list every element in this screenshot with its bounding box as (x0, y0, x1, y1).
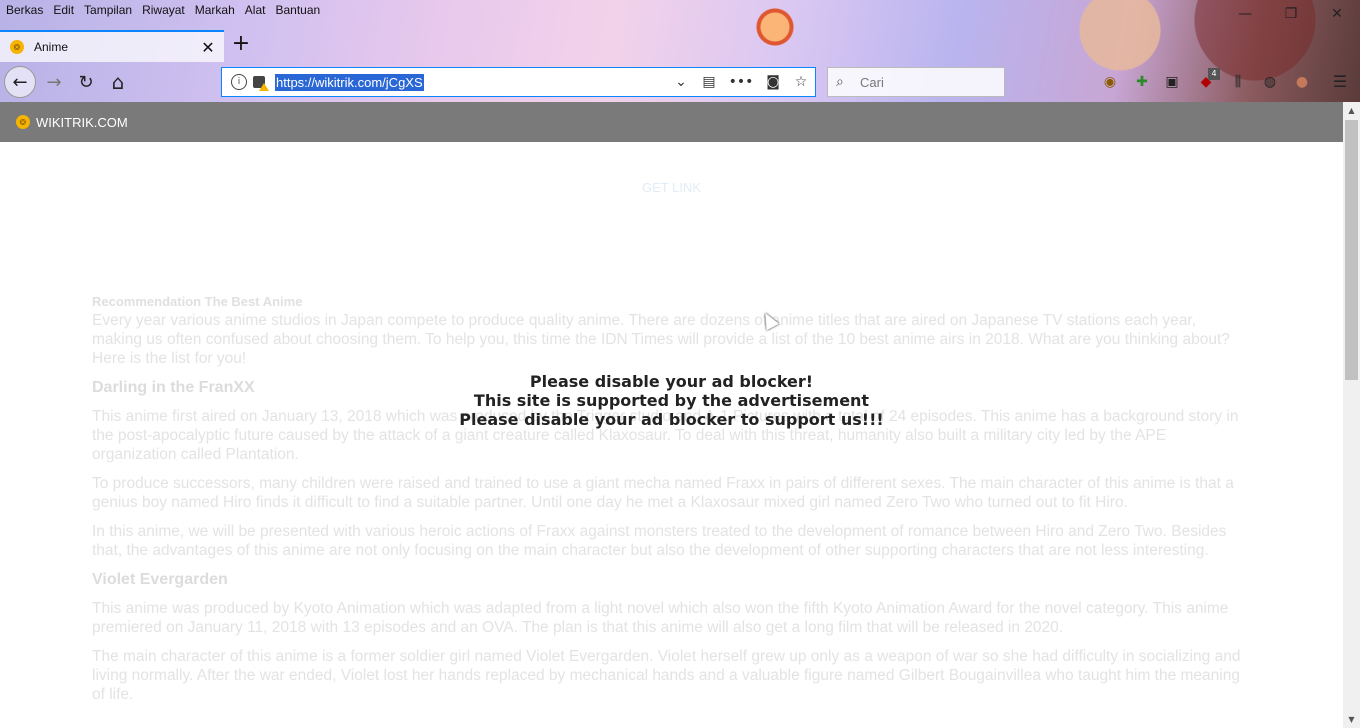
navigation-toolbar: ← → ↻ ⌂ i https://wikitrik.com/jCgXS ⌄ ▤… (0, 62, 1360, 102)
paragraph-3: In this anime, we will be presented with… (92, 523, 1227, 559)
search-placeholder: Cari (860, 74, 884, 90)
menu-edit[interactable]: Edit (53, 3, 74, 17)
site-header: ❂ WIKITRIK.COM (0, 102, 1343, 142)
paragraph-4: This anime was produced by Kyoto Animati… (92, 600, 1229, 636)
dropdown-chevron-icon[interactable]: ⌄ (667, 74, 695, 90)
page-actions-icon[interactable]: ••• (723, 74, 759, 90)
menu-riwayat[interactable]: Riwayat (142, 3, 185, 17)
article: Recommendation The Best Anime Every year… (92, 292, 1242, 714)
home-button[interactable]: ⌂ (102, 66, 134, 98)
bookmark-star-icon[interactable]: ☆ (787, 74, 815, 90)
menu-bantuan[interactable]: Bantuan (275, 3, 320, 17)
restore-button[interactable]: ❐ (1268, 0, 1314, 28)
scroll-down-icon[interactable]: ▼ (1343, 711, 1360, 728)
new-tab-button[interactable]: + (230, 32, 252, 58)
url-text[interactable]: https://wikitrik.com/jCgXS (275, 73, 424, 91)
scrollbar-thumb[interactable] (1345, 120, 1358, 380)
search-icon: ⌕ (836, 74, 844, 90)
library-icon[interactable]: ⫼ (1228, 72, 1248, 92)
scroll-up-icon[interactable]: ▲ (1343, 102, 1360, 119)
page-content: GET LINK Recommendation The Best Anime E… (0, 142, 1343, 728)
adblock-line-3: Please disable your ad blocker to suppor… (459, 410, 884, 429)
minimize-button[interactable]: — (1222, 0, 1268, 28)
recommendation-heading: Recommendation The Best Anime (92, 294, 303, 309)
menu-tampilan[interactable]: Tampilan (84, 3, 132, 17)
url-bar[interactable]: i https://wikitrik.com/jCgXS ⌄ ▤ ••• ◙ ☆ (221, 67, 816, 97)
hamburger-menu-icon[interactable]: ☰ (1330, 72, 1350, 92)
reader-view-icon[interactable]: ▤ (695, 74, 723, 90)
close-window-button[interactable]: ✕ (1314, 0, 1360, 28)
window-controls: — ❐ ✕ (1222, 0, 1360, 28)
intro-paragraph: Every year various anime studios in Japa… (92, 312, 1230, 367)
tab-title: Anime (34, 40, 69, 54)
extension-color-icon[interactable]: ✚ (1132, 72, 1152, 92)
tab-anime[interactable]: ❂ Anime ✕ (0, 30, 224, 62)
forward-button[interactable]: → (38, 66, 70, 98)
tab-close-icon[interactable]: ✕ (198, 38, 218, 57)
menu-markah[interactable]: Markah (195, 3, 235, 17)
reload-button[interactable]: ↻ (70, 66, 102, 98)
sync-icon[interactable]: ◍ (1260, 72, 1280, 92)
extension-monkey-icon[interactable]: ◉ (1100, 72, 1120, 92)
site-favicon-icon: ❂ (10, 40, 24, 54)
menu-alat[interactable]: Alat (245, 3, 266, 17)
pocket-icon[interactable]: ◙ (759, 74, 787, 90)
adblock-line-2: This site is supported by the advertisem… (473, 391, 870, 410)
search-box[interactable]: ⌕ Cari (827, 67, 1005, 97)
site-logo-icon: ❂ (16, 115, 30, 129)
account-avatar-icon[interactable]: ● (1292, 72, 1312, 92)
get-link-button[interactable]: GET LINK (0, 180, 1343, 195)
heading-violet: Violet Evergarden (92, 571, 228, 588)
adblock-message: Please disable your ad blocker! This sit… (0, 372, 1343, 429)
page-scrollbar[interactable]: ▲ ▼ (1343, 102, 1360, 728)
back-button[interactable]: ← (4, 66, 36, 98)
adblock-line-1: Please disable your ad blocker! (529, 372, 814, 391)
paragraph-2: To produce successors, many children wer… (92, 475, 1234, 511)
ublock-badge: 4 (1208, 68, 1220, 80)
site-name-link[interactable]: WIKITRIK.COM (36, 115, 128, 130)
info-icon[interactable]: i (231, 74, 247, 90)
insecure-lock-icon[interactable] (253, 76, 269, 91)
menu-bar: Berkas Edit Tampilan Riwayat Markah Alat… (0, 0, 324, 20)
extension-screenshot-icon[interactable]: ▣ (1162, 72, 1182, 92)
menu-berkas[interactable]: Berkas (6, 3, 43, 17)
browser-chrome: Berkas Edit Tampilan Riwayat Markah Alat… (0, 0, 1360, 102)
paragraph-5: The main character of this anime is a fo… (92, 648, 1241, 703)
